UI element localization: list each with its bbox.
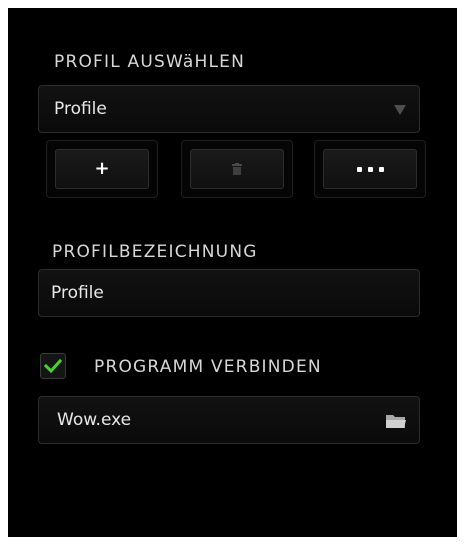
select-profile-heading: PROFIL AUSWäHLEN <box>54 52 246 72</box>
folder-icon[interactable] <box>385 413 407 429</box>
profile-name-value: Profile <box>51 283 104 303</box>
profile-dropdown-value: Profile <box>54 99 107 119</box>
add-profile-button-frame: + <box>46 140 158 198</box>
add-profile-label: + <box>94 158 110 179</box>
link-program-label: PROGRAMM VERBINDEN <box>94 357 322 377</box>
delete-profile-button[interactable] <box>190 149 284 189</box>
more-dots-icon <box>356 166 384 172</box>
checkmark-icon <box>43 358 63 374</box>
program-path-value: Wow.exe <box>57 410 132 430</box>
chevron-down-icon <box>394 105 406 115</box>
trash-icon <box>232 163 242 175</box>
add-profile-button[interactable]: + <box>55 149 149 189</box>
more-options-button-frame <box>314 140 426 198</box>
program-path-field[interactable]: Wow.exe <box>38 396 420 444</box>
profile-dropdown[interactable]: Profile <box>38 85 420 133</box>
more-options-button[interactable] <box>323 149 417 189</box>
delete-profile-button-frame <box>181 140 293 198</box>
profile-name-heading: PROFILBEZEICHNUNG <box>52 242 258 262</box>
link-program-checkbox[interactable] <box>40 353 66 379</box>
profile-name-field[interactable]: Profile <box>38 269 420 317</box>
